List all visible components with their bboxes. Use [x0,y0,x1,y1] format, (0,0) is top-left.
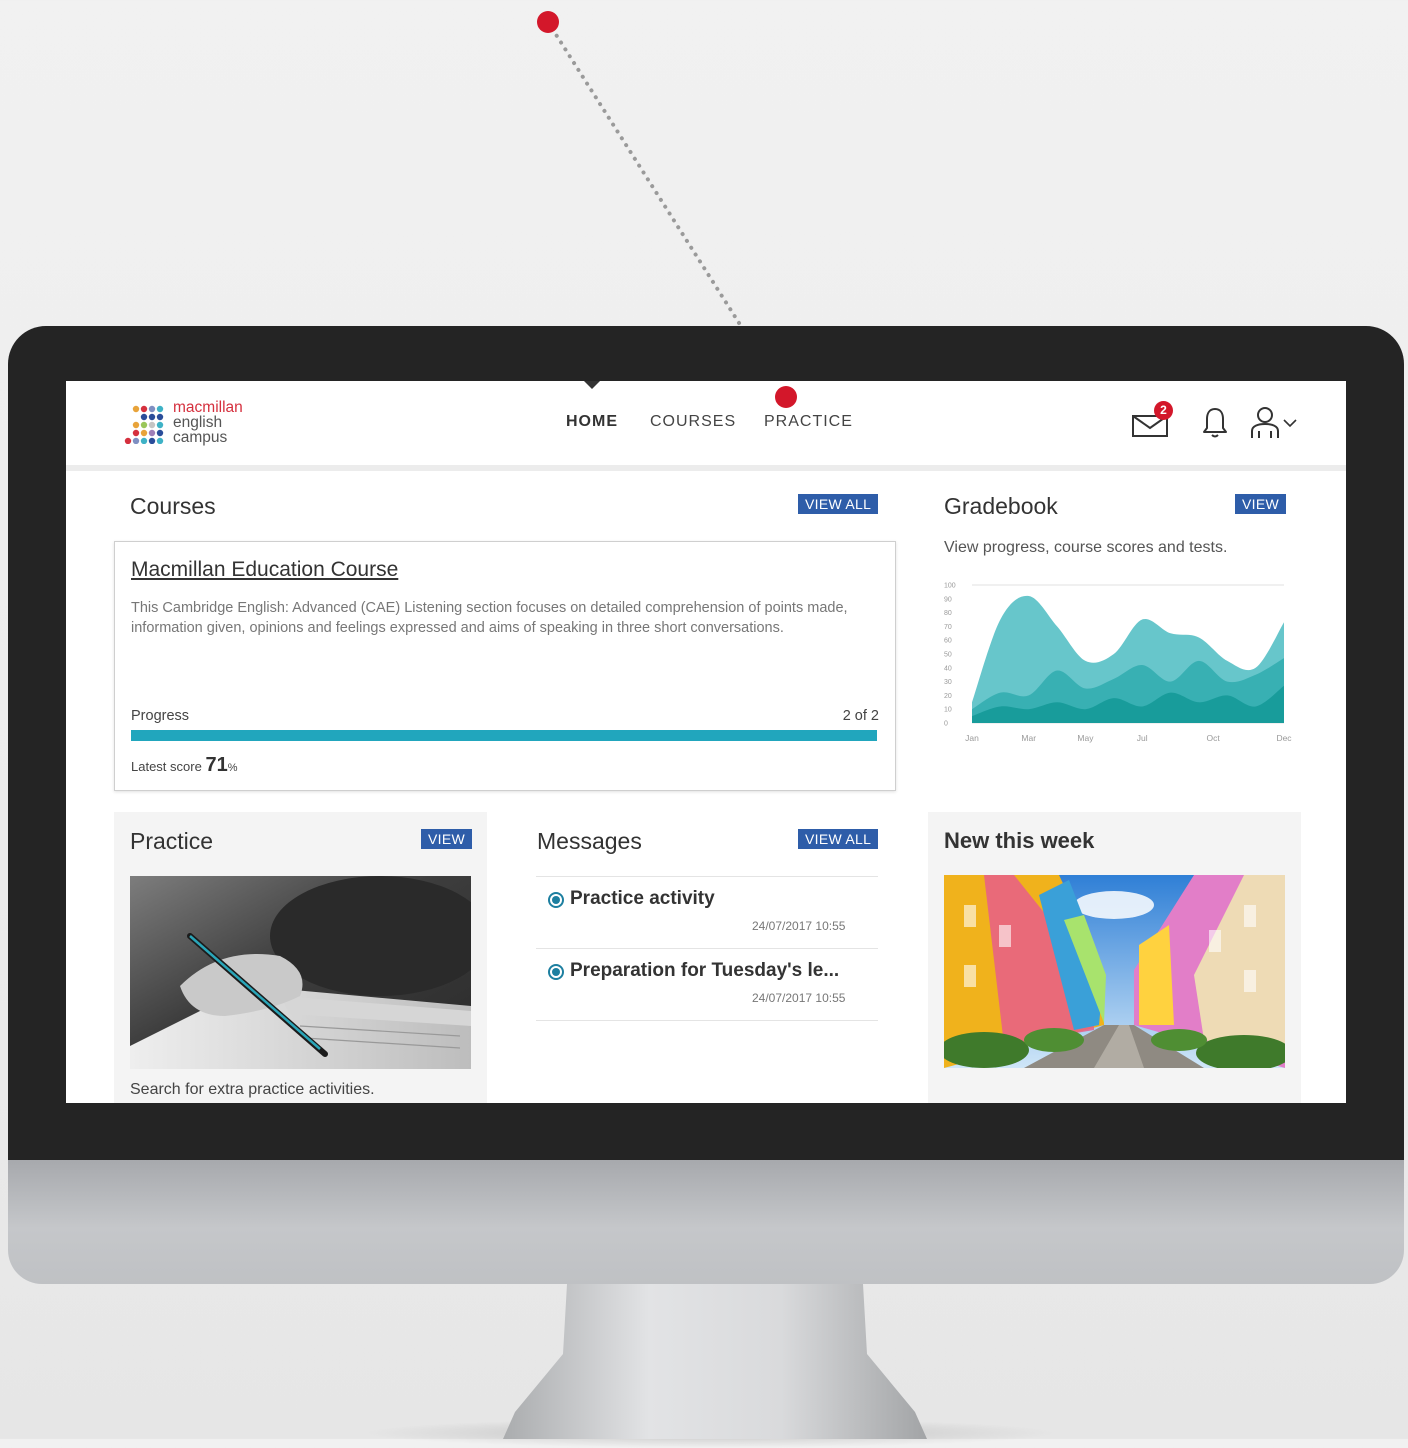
bell-icon[interactable] [1202,405,1228,439]
y-tick-label: 50 [944,652,952,659]
x-tick-label: Jan [965,733,979,743]
progress-bar [131,730,877,741]
monitor-chin [8,1160,1404,1284]
new-this-week-title: New this week [944,828,1095,853]
y-tick-label: 10 [944,707,952,714]
logo-line-1: macmillan [173,399,243,416]
logo-line-3: campus [173,429,228,446]
brand-logo[interactable]: macmillan english campus [124,400,274,446]
logo-text: macmillan english campus [173,399,243,446]
app-screen: macmillan english campus HOME COURSES PR… [66,381,1346,1103]
course-name-link[interactable]: Macmillan Education Course [131,558,398,582]
latest-score-unit: % [227,762,238,774]
messages-divider [536,948,878,949]
gradebook-chart: 1009080706050403020100Jan Mar May Jul Oct Dec [944,583,1292,744]
latest-score-label: Latest score [131,759,202,774]
latest-score: Latest score 71% [131,754,237,777]
annotation-pin-top [537,11,559,33]
user-icon[interactable] [1250,405,1302,439]
x-tick-label: May [1077,733,1094,743]
courses-title: Courses [130,493,216,519]
message-timestamp: 24/07/2017 10:55 [752,991,846,1005]
y-tick-label: 20 [944,693,952,700]
message-unread-indicator [548,892,564,908]
messages-divider [536,1020,878,1021]
x-tick-label: Dec [1276,733,1292,743]
annotation-pin-practice [775,386,797,408]
logo-dots-icon [124,405,164,444]
messages-view-all-button[interactable]: VIEW ALL [798,829,879,849]
y-tick-label: 70 [944,624,952,631]
y-tick-label: 40 [944,665,952,672]
gradebook-description: View progress, course scores and tests. [944,539,1228,556]
nav-practice[interactable]: PRACTICE [764,413,853,431]
messages-title: Messages [537,828,642,854]
y-tick-label: 30 [944,679,952,686]
progress-bar-fill [131,730,877,741]
gradebook-view-button[interactable]: VIEW [1235,494,1286,514]
course-description: This Cambridge English: Advanced (CAE) L… [131,600,848,636]
progress-count: 2 of 2 [842,708,879,724]
message-timestamp: 24/07/2017 10:55 [752,919,846,933]
progress-label: Progress [131,708,190,724]
logo-line-2: english [173,414,223,431]
nav-home[interactable]: HOME [566,413,618,431]
message-unread-indicator [548,964,564,980]
messages-divider [536,876,878,877]
x-tick-label: Mar [1021,733,1036,743]
practice-view-button[interactable]: VIEW [421,829,472,849]
latest-score-value: 71 [205,754,228,776]
x-tick-label: Jul [1137,733,1148,743]
active-nav-caret [584,381,600,389]
gradebook-title: Gradebook [944,493,1058,519]
courses-view-all-button[interactable]: VIEW ALL [798,494,879,514]
monitor-stand [503,1284,927,1439]
top-navigation-bar: macmillan english campus HOME COURSES PR… [66,381,1346,471]
x-tick-label: Oct [1206,733,1220,743]
y-tick-label: 90 [944,596,952,603]
practice-title: Practice [130,828,214,854]
practice-photo[interactable] [130,876,471,1069]
message-title[interactable]: Practice activity [570,888,715,910]
practice-description: Search for extra practice activities. [130,1081,375,1098]
nav-courses[interactable]: COURSES [650,413,736,431]
y-tick-label: 100 [944,583,956,590]
y-tick-label: 60 [944,638,952,645]
new-this-week-photo[interactable] [944,875,1285,1068]
message-title[interactable]: Preparation for Tuesday's le... [570,960,839,982]
course-card[interactable]: Macmillan Education Course This Cambridg… [114,541,896,791]
mail-unread-badge: 2 [1154,401,1173,420]
y-tick-label: 0 [944,721,948,728]
y-tick-label: 80 [944,610,952,617]
